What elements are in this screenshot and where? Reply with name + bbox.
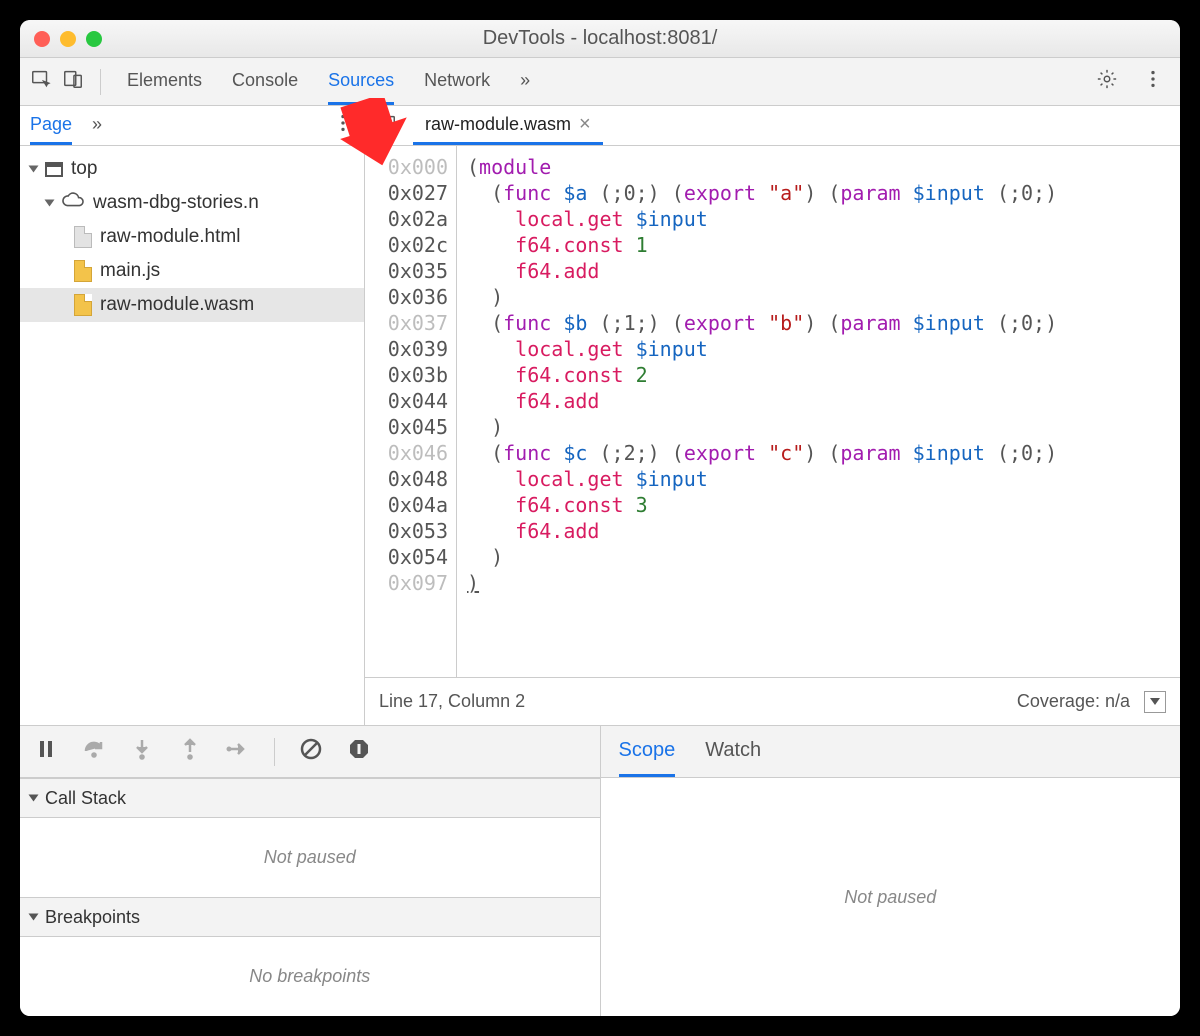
scope-empty: Not paused — [601, 778, 1181, 1016]
debugger-pane: Call Stack Not paused Breakpoints No bre… — [20, 726, 1180, 1016]
nav-tabs-overflow[interactable]: » — [92, 106, 102, 145]
callstack-header[interactable]: Call Stack — [20, 778, 600, 818]
section-title: Call Stack — [45, 788, 126, 809]
show-navigator-icon[interactable] — [369, 112, 403, 139]
caret-down-icon — [29, 914, 39, 921]
caret-down-icon — [29, 166, 39, 173]
tree-file-html[interactable]: raw-module.html — [20, 220, 364, 254]
tree-label: main.js — [100, 260, 160, 282]
close-icon[interactable]: × — [579, 113, 591, 136]
nav-tab-page[interactable]: Page — [30, 106, 72, 145]
frame-icon — [45, 162, 63, 177]
tab-network[interactable]: Network — [424, 58, 490, 105]
code-content: (module (func $a (;0;) (export "a") (par… — [457, 146, 1180, 677]
section-title: Breakpoints — [45, 907, 140, 928]
editor-tab-active[interactable]: raw-module.wasm × — [413, 106, 603, 145]
window-title: DevTools - localhost:8081/ — [20, 27, 1180, 50]
tab-sources[interactable]: Sources — [328, 58, 394, 105]
inspect-element-icon[interactable] — [30, 68, 52, 95]
caret-down-icon — [45, 200, 55, 207]
pause-on-exceptions-icon[interactable] — [347, 737, 371, 766]
tree-label: wasm-dbg-stories.n — [93, 192, 259, 214]
main-toolbar: Elements Console Sources Network » — [20, 58, 1180, 106]
titlebar: DevTools - localhost:8081/ — [20, 20, 1180, 58]
tree-label: raw-module.html — [100, 226, 240, 248]
debugger-toolbar — [20, 726, 600, 778]
caret-down-icon — [29, 795, 39, 802]
navigator-pane: Page » top — [20, 106, 365, 725]
editor-tabs: raw-module.wasm × — [365, 106, 1180, 146]
tree-label: top — [71, 158, 97, 180]
toolbar-divider — [274, 738, 275, 766]
more-menu-icon[interactable] — [1142, 68, 1164, 95]
dropdown-icon[interactable] — [1144, 691, 1166, 713]
tree-node-top[interactable]: top — [20, 152, 364, 186]
main-panel: Page » top — [20, 106, 1180, 1016]
devtools-window: DevTools - localhost:8081/ Elements Cons… — [20, 20, 1180, 1016]
tab-elements[interactable]: Elements — [127, 58, 202, 105]
file-tree: top wasm-dbg-stories.n raw-module.html — [20, 146, 364, 725]
editor-statusbar: Line 17, Column 2 Coverage: n/a — [365, 677, 1180, 725]
debugger-right: Scope Watch Not paused — [601, 726, 1181, 1016]
tab-console[interactable]: Console — [232, 58, 298, 105]
step-over-icon[interactable] — [82, 737, 106, 766]
cursor-position: Line 17, Column 2 — [379, 691, 525, 712]
device-toolbar-icon[interactable] — [62, 68, 84, 95]
coverage-status: Coverage: n/a — [1017, 691, 1130, 712]
deactivate-breakpoints-icon[interactable] — [299, 737, 323, 766]
tree-label: raw-module.wasm — [100, 294, 254, 316]
editor-tab-label: raw-module.wasm — [425, 114, 571, 135]
tabs-overflow[interactable]: » — [520, 58, 530, 105]
breakpoints-empty: No breakpoints — [20, 937, 600, 1016]
cloud-icon — [61, 191, 85, 215]
tree-node-site[interactable]: wasm-dbg-stories.n — [20, 186, 364, 220]
debugger-left: Call Stack Not paused Breakpoints No bre… — [20, 726, 601, 1016]
breakpoints-header[interactable]: Breakpoints — [20, 897, 600, 937]
tab-scope[interactable]: Scope — [619, 726, 676, 777]
step-into-icon[interactable] — [130, 737, 154, 766]
sources-split: Page » top — [20, 106, 1180, 726]
tree-file-js[interactable]: main.js — [20, 254, 364, 288]
callstack-empty: Not paused — [20, 818, 600, 897]
navigator-tabs: Page » — [20, 106, 364, 146]
toolbar-divider — [100, 69, 101, 95]
file-icon — [74, 260, 92, 282]
step-out-icon[interactable] — [178, 737, 202, 766]
scope-watch-tabs: Scope Watch — [601, 726, 1181, 778]
tab-watch[interactable]: Watch — [705, 726, 761, 777]
code-editor[interactable]: 0x0000x0270x02a0x02c0x0350x0360x0370x039… — [365, 146, 1180, 677]
nav-more-icon[interactable] — [332, 112, 354, 139]
tree-file-wasm[interactable]: raw-module.wasm — [20, 288, 364, 322]
pause-icon[interactable] — [34, 737, 58, 766]
code-gutter: 0x0000x0270x02a0x02c0x0350x0360x0370x039… — [365, 146, 457, 677]
step-icon[interactable] — [226, 737, 250, 766]
panel-tablist: Elements Console Sources Network » — [127, 58, 530, 105]
editor-pane: raw-module.wasm × 0x0000x0270x02a0x02c0x… — [365, 106, 1180, 725]
settings-icon[interactable] — [1096, 68, 1118, 95]
file-icon — [74, 294, 92, 316]
file-icon — [74, 226, 92, 248]
